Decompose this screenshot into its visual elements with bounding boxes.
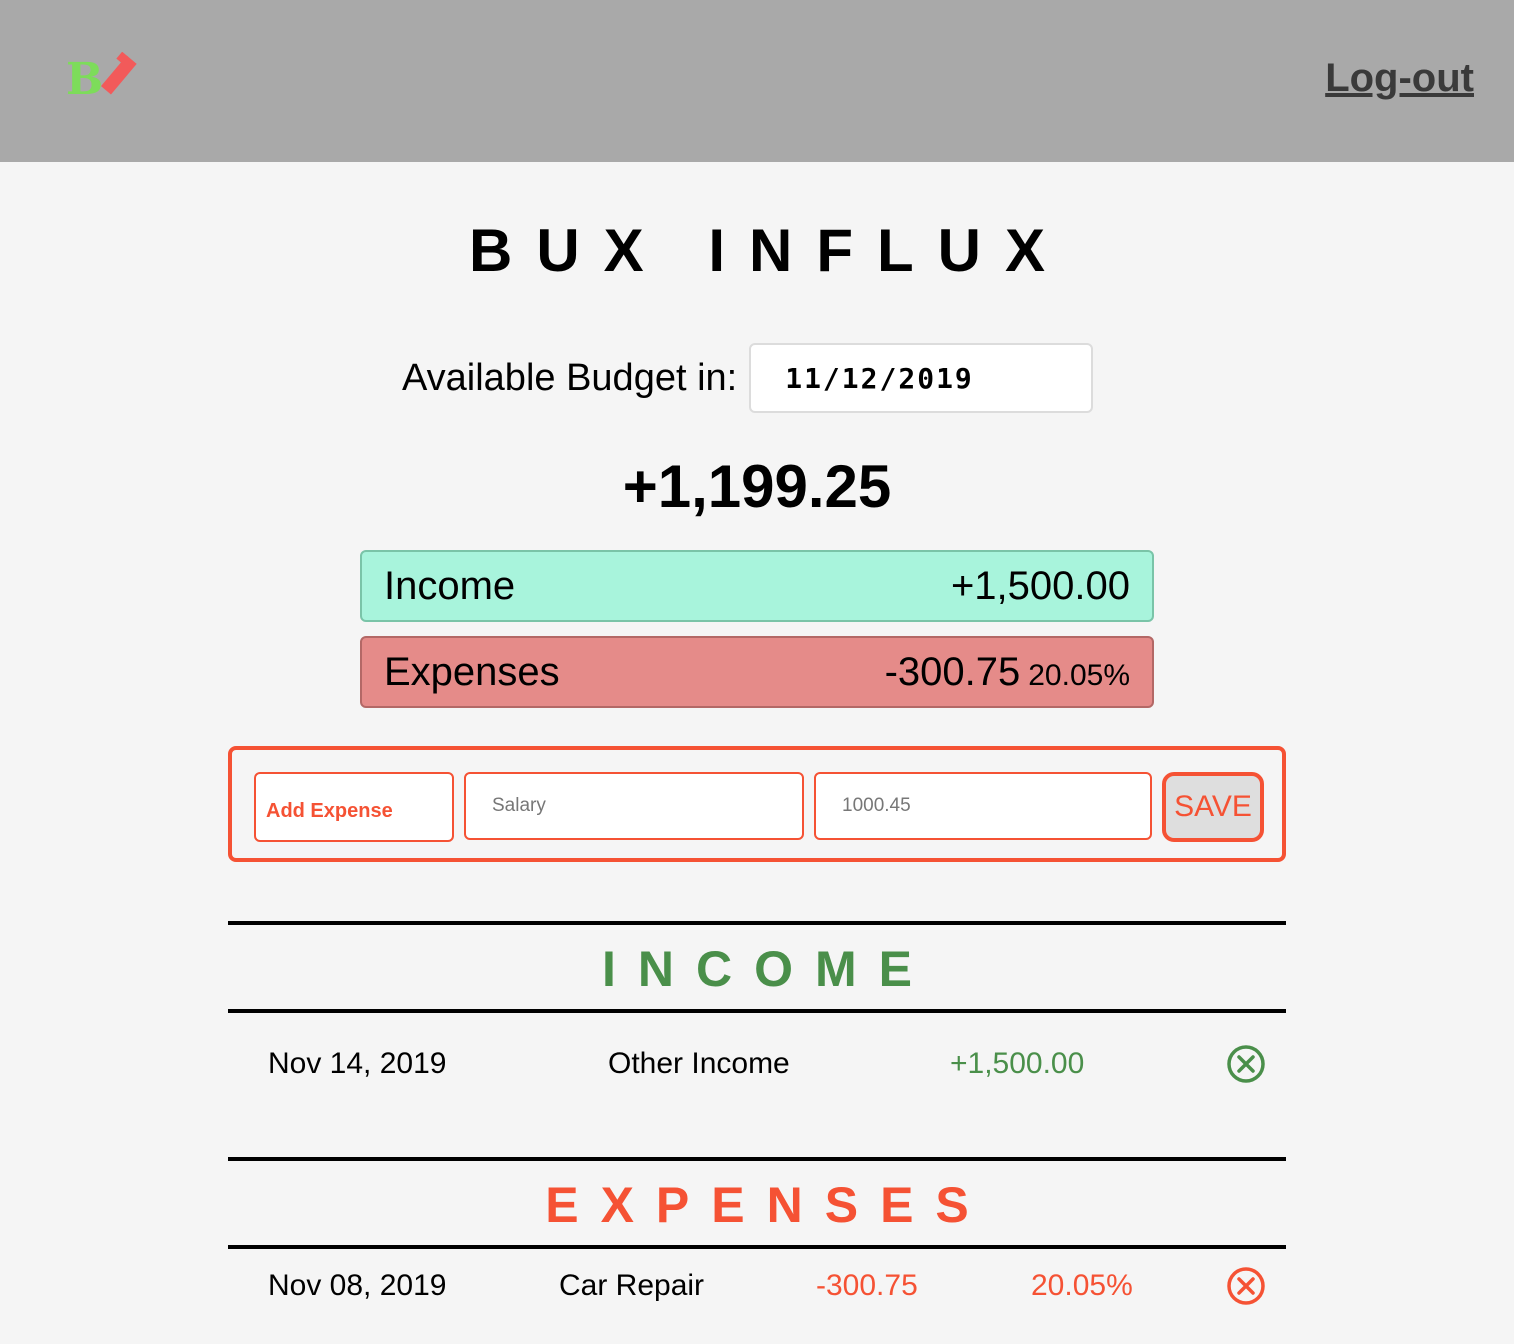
income-section-title: INCOME — [602, 941, 934, 997]
expense-item-description: Car Repair — [559, 1269, 705, 1302]
bux-influx-logo[interactable]: B — [64, 52, 144, 102]
expenses-bottom-divider — [228, 1245, 1286, 1249]
expenses-summary-label: Expenses — [384, 649, 560, 694]
income-item-description: Other Income — [608, 1047, 790, 1080]
available-budget-value: +1,199.25 — [622, 453, 892, 520]
top-bar: B Log-out — [0, 0, 1514, 162]
income-item-date: Nov 14, 2019 — [268, 1047, 447, 1080]
logout-link[interactable]: Log-out — [1325, 56, 1474, 101]
income-summary: Income +1,500.00 — [360, 550, 1154, 622]
expenses-summary-value: -300.75 — [884, 649, 1021, 694]
income-item-value: +1,500.00 — [950, 1047, 1085, 1080]
income-bottom-divider — [228, 1009, 1286, 1013]
delete-income-icon[interactable] — [1226, 1044, 1266, 1084]
delete-expense-icon[interactable] — [1226, 1266, 1266, 1306]
expenses-top-divider — [228, 1157, 1286, 1161]
income-summary-value: +1,500.00 — [950, 563, 1130, 608]
expense-item-percentage: 20.05% — [1031, 1269, 1133, 1302]
budget-date-row: Available Budget in: — [402, 342, 1094, 414]
expense-item-value: -300.75 — [816, 1269, 918, 1302]
value-input[interactable] — [814, 772, 1152, 840]
expenses-summary-percentage: 20.05% — [1028, 658, 1130, 692]
add-entry-form: Add Expense SAVE — [228, 746, 1286, 862]
expenses-summary: Expenses -300.75 20.05% — [360, 636, 1154, 708]
description-input[interactable] — [464, 772, 804, 840]
expense-list-item: Nov 08, 2019 Car Repair -300.75 20.05% — [228, 1256, 1286, 1316]
expenses-section-title: EXPENSES — [545, 1177, 991, 1233]
save-button[interactable]: SAVE — [1162, 772, 1264, 842]
expense-item-date: Nov 08, 2019 — [268, 1269, 447, 1302]
income-list-item: Nov 14, 2019 Other Income +1,500.00 — [228, 1034, 1286, 1094]
budget-date-input[interactable] — [749, 343, 1094, 413]
income-summary-label: Income — [384, 563, 516, 608]
entry-type-select[interactable]: Add Expense — [254, 772, 454, 842]
app-title: BUX INFLUX — [469, 217, 1069, 284]
income-top-divider — [228, 921, 1286, 925]
budget-label: Available Budget in: — [402, 356, 738, 399]
svg-text:B: B — [66, 54, 103, 102]
